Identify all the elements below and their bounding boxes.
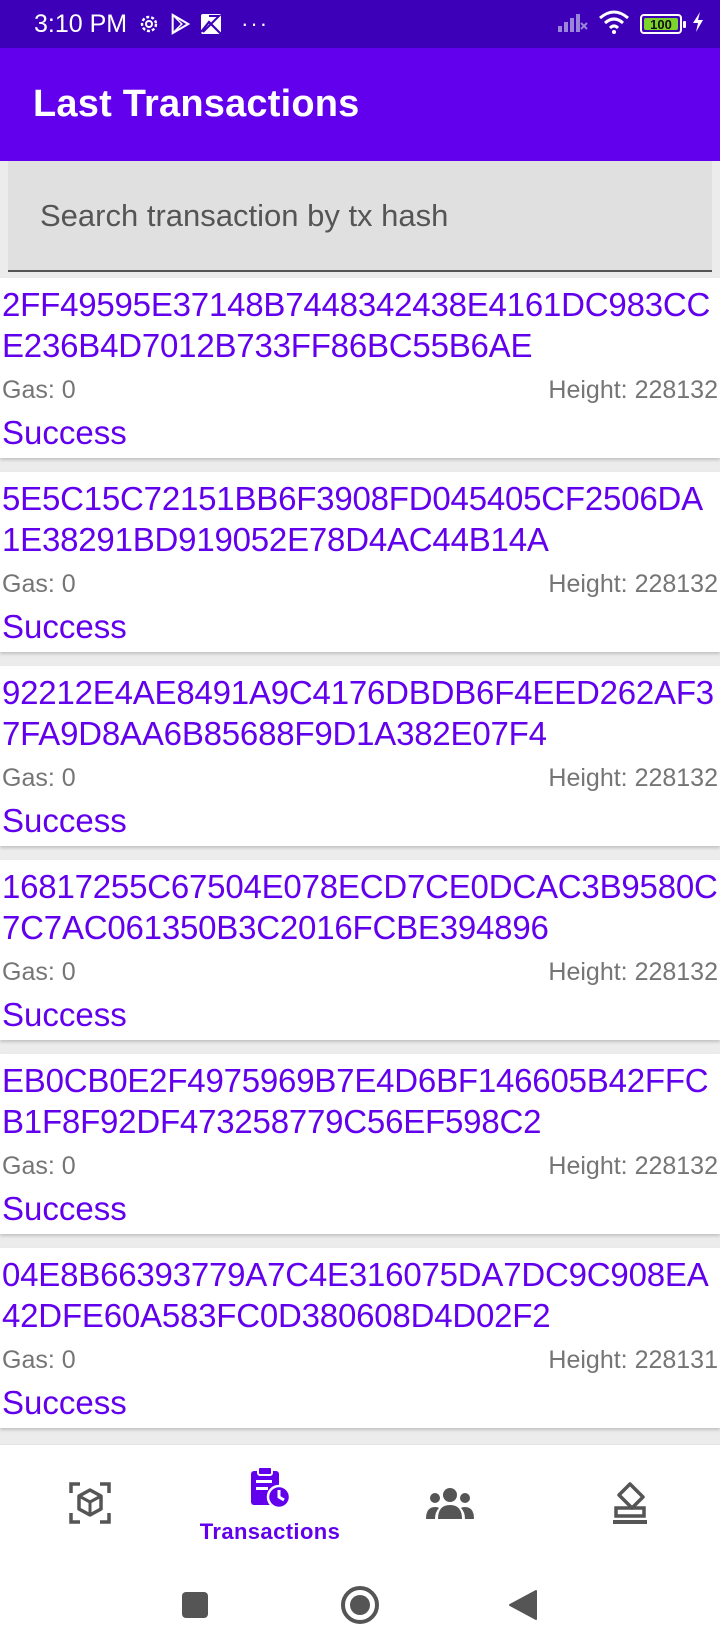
tx-gas: Gas: 0 bbox=[2, 764, 76, 792]
play-store-icon bbox=[169, 13, 191, 35]
tx-hash: 5E5C15C72151BB6F3908FD045405CF2506DA1E38… bbox=[2, 480, 703, 558]
nav-item-transactions[interactable]: Transactions bbox=[180, 1445, 360, 1565]
home-button[interactable] bbox=[330, 1582, 390, 1632]
tx-hash: 16817255C67504E078ECD7CE0DCAC3B9580C7C7A… bbox=[2, 868, 718, 946]
wifi-icon bbox=[598, 10, 630, 39]
recents-square-icon bbox=[181, 1591, 209, 1624]
tx-height: Height: 228132 bbox=[548, 1152, 718, 1180]
nav-item-governance[interactable] bbox=[540, 1445, 720, 1565]
transaction-card[interactable]: EB0CB0E2F4975969B7E4D6BF146605B42FFCB1F8… bbox=[0, 1054, 720, 1234]
tx-gas: Gas: 0 bbox=[2, 376, 76, 404]
bottom-navigation: Transactions bbox=[0, 1444, 720, 1564]
tx-hash: 2FF49595E37148B7448342438E4161DC983CCE23… bbox=[2, 286, 711, 364]
cell-signal-icon bbox=[558, 12, 588, 37]
charging-icon bbox=[692, 11, 704, 37]
battery-level: 100 bbox=[650, 16, 672, 32]
transaction-card[interactable]: 2FF49595E37148B7448342438E4161DC983CCE23… bbox=[0, 278, 720, 458]
back-button[interactable] bbox=[493, 1582, 553, 1632]
search-box[interactable] bbox=[8, 161, 712, 272]
status-notification-icons: ··· bbox=[137, 11, 269, 37]
nav-item-validators[interactable] bbox=[360, 1445, 540, 1565]
nav-label-transactions: Transactions bbox=[199, 1518, 341, 1544]
tx-gas: Gas: 0 bbox=[2, 1152, 76, 1180]
tx-height: Height: 228132 bbox=[548, 376, 718, 404]
home-circle-icon bbox=[340, 1585, 380, 1630]
tx-height: Height: 228132 bbox=[548, 958, 718, 986]
transaction-list: 2FF49595E37148B7448342438E4161DC983CCE23… bbox=[0, 278, 720, 1442]
more-dots-icon: ··· bbox=[241, 11, 270, 36]
system-navigation-bar bbox=[0, 1564, 720, 1650]
tx-hash: 92212E4AE8491A9C4176DBDB6F4EED262AF37FA9… bbox=[2, 674, 714, 752]
settings-gear-icon bbox=[137, 12, 161, 36]
transaction-card[interactable]: 92212E4AE8491A9C4176DBDB6F4EED262AF37FA9… bbox=[0, 666, 720, 846]
tx-gas: Gas: 0 bbox=[2, 570, 76, 598]
stamp-icon bbox=[610, 1481, 650, 1530]
recents-button[interactable] bbox=[165, 1582, 225, 1632]
tx-height: Height: 228132 bbox=[548, 764, 718, 792]
tx-gas: Gas: 0 bbox=[2, 1346, 76, 1374]
gallery-icon bbox=[199, 12, 223, 36]
cube-scan-icon bbox=[68, 1481, 112, 1530]
battery-icon: 100 bbox=[640, 14, 686, 34]
status-time: 3:10 PM bbox=[34, 9, 128, 38]
transactions-clipboard-icon bbox=[248, 1465, 292, 1515]
tx-status: Success bbox=[2, 1384, 127, 1421]
people-group-icon bbox=[425, 1486, 475, 1525]
status-system-icons: 100 bbox=[558, 10, 704, 39]
nav-item-blocks[interactable] bbox=[0, 1445, 180, 1565]
tx-hash: EB0CB0E2F4975969B7E4D6BF146605B42FFCB1F8… bbox=[2, 1062, 709, 1140]
tx-height: Height: 228131 bbox=[548, 1346, 718, 1374]
tx-status: Success bbox=[2, 802, 127, 839]
transaction-card[interactable]: 5E5C15C72151BB6F3908FD045405CF2506DA1E38… bbox=[0, 472, 720, 652]
transaction-card[interactable]: 04E8B66393779A7C4E316075DA7DC9C908EA42DF… bbox=[0, 1248, 720, 1428]
tx-status: Success bbox=[2, 1190, 127, 1227]
search-input[interactable] bbox=[40, 197, 712, 234]
tx-status: Success bbox=[2, 414, 127, 451]
back-triangle-icon bbox=[508, 1589, 538, 1626]
transaction-card[interactable]: 16817255C67504E078ECD7CE0DCAC3B9580C7C7A… bbox=[0, 860, 720, 1040]
page-title: Last Transactions bbox=[33, 83, 360, 125]
tx-status: Success bbox=[2, 996, 127, 1033]
tx-status: Success bbox=[2, 608, 127, 645]
tx-hash: 04E8B66393779A7C4E316075DA7DC9C908EA42DF… bbox=[2, 1256, 709, 1334]
tx-height: Height: 228132 bbox=[548, 570, 718, 598]
app-bar: Last Transactions bbox=[0, 48, 720, 161]
status-bar: 3:10 PM ··· 100 bbox=[0, 0, 720, 48]
tx-gas: Gas: 0 bbox=[2, 958, 76, 986]
